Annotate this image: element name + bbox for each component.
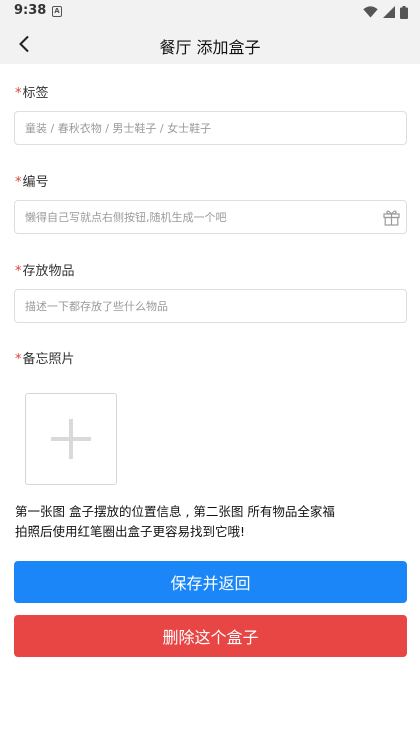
random-number-button[interactable] — [380, 206, 402, 228]
required-mark: * — [15, 352, 22, 367]
add-photo-button[interactable] — [25, 393, 117, 485]
delete-box-button[interactable]: 删除这个盒子 — [14, 615, 407, 657]
status-time: 9:38 — [14, 3, 47, 18]
gift-icon — [382, 210, 400, 226]
notification-icon: A — [52, 6, 62, 17]
photos-label: *备忘照片 — [15, 352, 75, 367]
photo-hint: 第一张图 盒子摆放的位置信息 , 第二张图 所有物品全家福 拍照后使用红笔圈出盒… — [15, 502, 410, 542]
required-mark: * — [15, 86, 22, 101]
number-label: *编号 — [15, 175, 49, 190]
tag-label: *标签 — [15, 86, 49, 101]
signal-icon — [383, 6, 395, 18]
page-title: 餐厅 添加盒子 — [159, 38, 261, 57]
hint-line-2: 拍照后使用红笔圈出盒子更容易找到它哦! — [15, 524, 246, 539]
required-mark: * — [15, 264, 22, 279]
battery-icon — [400, 5, 408, 19]
app-bar: 餐厅 添加盒子 — [0, 24, 420, 64]
status-bar: 9:38 A — [0, 0, 420, 24]
plus-icon — [51, 419, 91, 459]
number-input[interactable] — [14, 200, 407, 234]
status-icons — [363, 5, 408, 19]
required-mark: * — [15, 175, 22, 190]
items-input[interactable] — [14, 289, 407, 323]
tag-input[interactable] — [14, 111, 407, 145]
hint-line-1: 第一张图 盒子摆放的位置信息 , 第二张图 所有物品全家福 — [15, 504, 335, 519]
save-and-return-button[interactable]: 保存并返回 — [14, 561, 407, 603]
wifi-icon — [363, 6, 378, 18]
items-label: *存放物品 — [15, 264, 75, 279]
